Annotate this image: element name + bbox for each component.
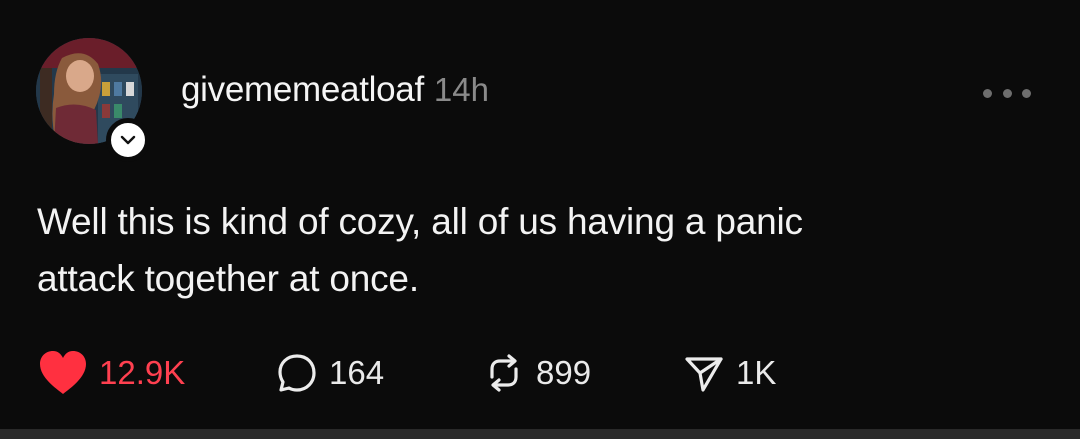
username-link[interactable]: givememeatloaf — [181, 70, 424, 110]
send-icon — [685, 357, 723, 392]
post-header: givememeatloaf 14h — [181, 70, 489, 110]
more-dot — [1002, 88, 1012, 98]
post-text-line: attack together at once. — [37, 258, 419, 299]
post-text-line: Well this is kind of cozy, all of us hav… — [37, 201, 803, 242]
post-timestamp[interactable]: 14h — [434, 71, 489, 109]
avatar-container[interactable] — [36, 38, 150, 162]
like-button[interactable]: 12.9K — [37, 345, 185, 401]
post-actions: 12.9K 164 899 1K — [37, 345, 937, 401]
repost-count: 899 — [536, 354, 592, 391]
thread-post: givememeatloaf 14h Well this is kind of … — [0, 0, 1080, 439]
share-count: 1K — [736, 354, 777, 391]
more-options-icon[interactable] — [983, 78, 1031, 108]
repost-button[interactable]: 899 — [482, 345, 591, 401]
follow-badge[interactable] — [106, 118, 150, 162]
like-count: 12.9K — [99, 354, 186, 391]
repost-icon — [490, 354, 518, 392]
share-button[interactable]: 1K — [682, 345, 776, 401]
divider — [0, 429, 1080, 439]
heart-icon — [40, 351, 86, 394]
post-text: Well this is kind of cozy, all of us hav… — [37, 193, 977, 307]
chevron-down-icon — [120, 135, 136, 145]
more-dot — [1022, 88, 1031, 98]
more-dot — [983, 88, 992, 98]
reply-count: 164 — [329, 354, 385, 391]
comment-bubble-icon — [278, 354, 316, 392]
reply-button[interactable]: 164 — [275, 345, 384, 401]
